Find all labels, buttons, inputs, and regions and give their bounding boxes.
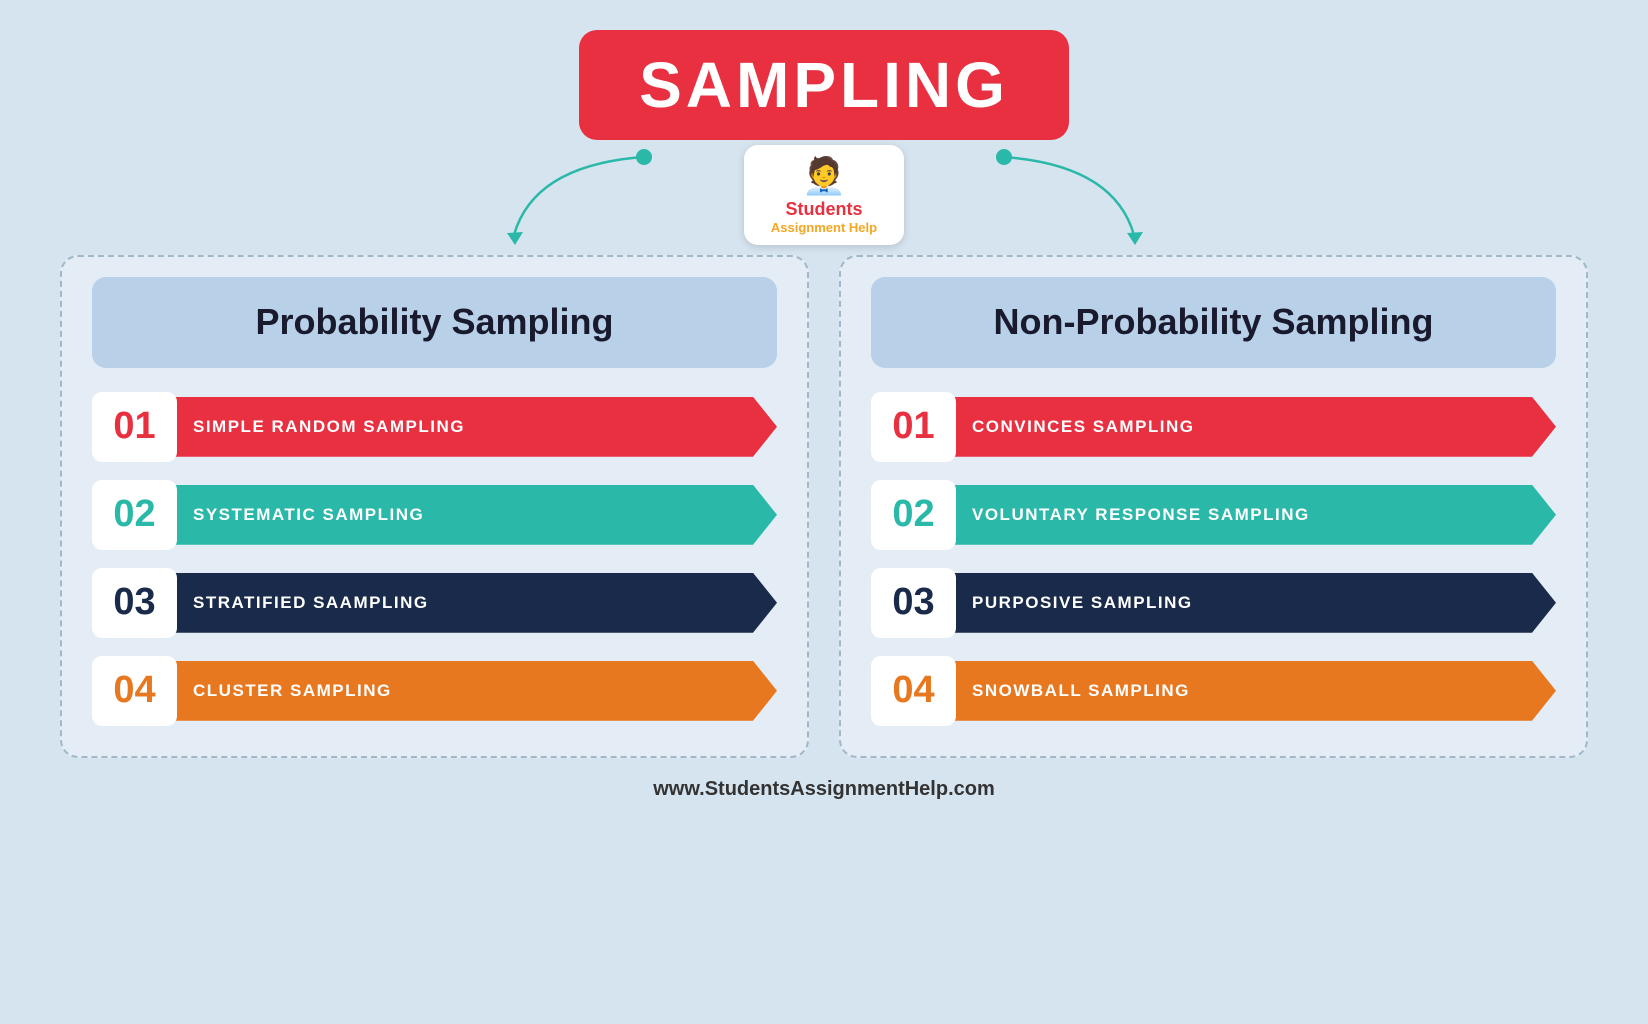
logo-assignment-help-text: Assignment Help [771,220,877,235]
item-number-r2: 02 [871,480,956,550]
item-label-1: SIMPLE RANDOM SAMPLING [169,397,777,457]
probability-header: Probability Sampling [92,277,777,368]
item-label-r3: PURPOSIVE SAMPLING [948,573,1556,633]
main-content: Probability Sampling 01 SIMPLE RANDOM SA… [60,255,1588,758]
item-number-3: 03 [92,568,177,638]
item-label-r4: SNOWBALL SAMPLING [948,661,1556,721]
item-number-r1: 01 [871,392,956,462]
list-item: 03 STRATIFIED SAAMPLING [92,568,777,638]
logo-avatar-icon: 🧑‍💼 [802,155,847,197]
list-item: 01 SIMPLE RANDOM SAMPLING [92,392,777,462]
item-label-3: STRATIFIED SAAMPLING [169,573,777,633]
nonprobability-column: Non-Probability Sampling 01 CONVINCES SA… [839,255,1588,758]
footer-url: www.StudentsAssignmentHelp.com [653,778,995,801]
item-label-r2: VOLUNTARY RESPONSE SAMPLING [948,485,1556,545]
nonprobability-header: Non-Probability Sampling [871,277,1556,368]
item-number-r3: 03 [871,568,956,638]
item-label-2: SYSTEMATIC SAMPLING [169,485,777,545]
probability-column: Probability Sampling 01 SIMPLE RANDOM SA… [60,255,809,758]
item-label-r1: CONVINCES SAMPLING [948,397,1556,457]
list-item: 04 CLUSTER SAMPLING [92,656,777,726]
item-label-4: CLUSTER SAMPLING [169,661,777,721]
sampling-title: SAMPLING [579,30,1069,140]
list-item: 02 SYSTEMATIC SAMPLING [92,480,777,550]
logo-badge: 🧑‍💼 Students Assignment Help [744,145,904,245]
item-number-r4: 04 [871,656,956,726]
list-item: 04 SNOWBALL SAMPLING [871,656,1556,726]
item-number-1: 01 [92,392,177,462]
arrows-row: 🧑‍💼 Students Assignment Help [60,145,1588,255]
list-item: 01 CONVINCES SAMPLING [871,392,1556,462]
item-number-2: 02 [92,480,177,550]
logo-students-text: Students [785,199,862,220]
list-item: 02 VOLUNTARY RESPONSE SAMPLING [871,480,1556,550]
list-item: 03 PURPOSIVE SAMPLING [871,568,1556,638]
item-number-4: 04 [92,656,177,726]
